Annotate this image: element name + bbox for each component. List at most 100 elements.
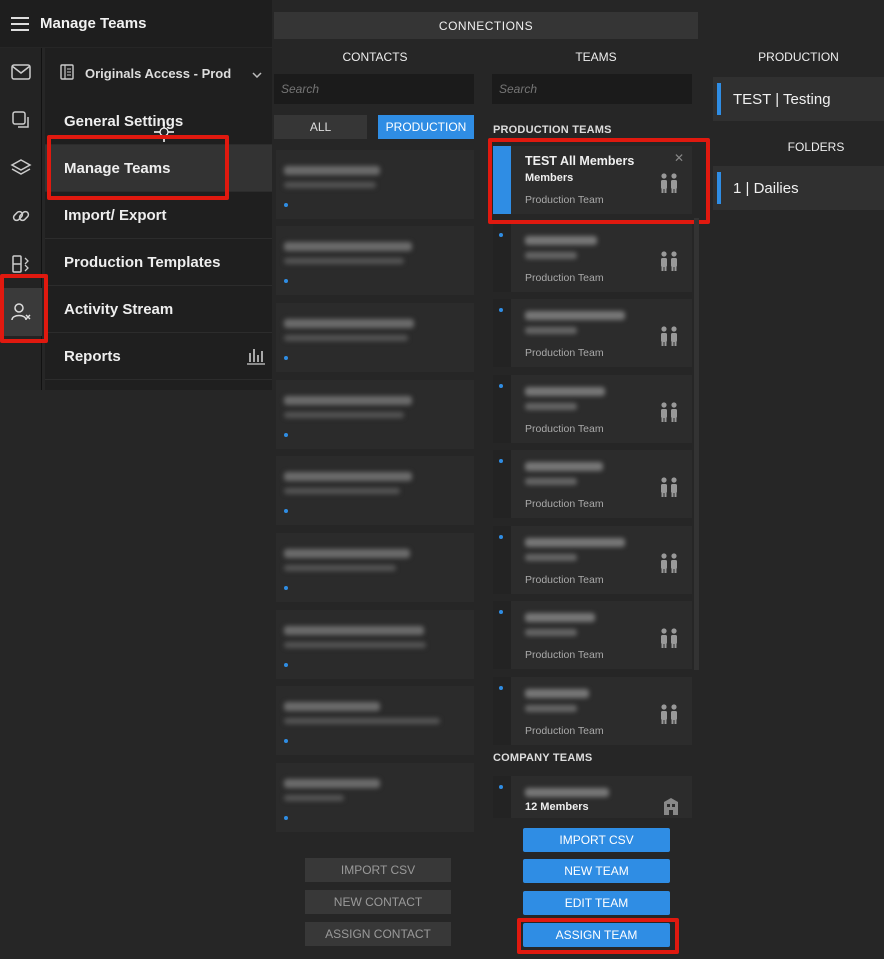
production-team-card[interactable]: Production Team: [493, 601, 692, 669]
team-members-redacted: [525, 478, 577, 485]
company-team-card[interactable]: 12 Members: [493, 776, 692, 818]
status-dot: [499, 308, 503, 312]
production-team-card[interactable]: Production Team: [493, 375, 692, 443]
edit-team-button[interactable]: EDIT TEAM: [523, 891, 670, 915]
people-icon: [658, 401, 680, 428]
bar-chart-icon: [246, 347, 266, 369]
team-type: Production Team: [525, 574, 604, 586]
link-icon[interactable]: [0, 192, 42, 240]
folder-item-label: 1 | Dailies: [733, 179, 799, 197]
filter-production-button[interactable]: PRODUCTION: [378, 115, 474, 139]
contact-email-redacted: [284, 642, 426, 648]
production-team-card[interactable]: Production Team: [493, 224, 692, 292]
contact-card[interactable]: [276, 686, 474, 755]
contact-card[interactable]: [276, 763, 474, 832]
new-team-button[interactable]: NEW TEAM: [523, 859, 670, 883]
team-members-redacted: [525, 327, 577, 334]
filter-all-button[interactable]: ALL: [274, 115, 367, 139]
template-icon[interactable]: [0, 240, 42, 288]
team-type: Production Team: [525, 347, 604, 359]
contact-name-redacted: [284, 166, 380, 175]
production-team-card[interactable]: Production Team: [493, 299, 692, 367]
cursor-icon: [152, 120, 176, 149]
copy-icon[interactable]: [0, 96, 42, 144]
folders-header: FOLDERS: [787, 140, 845, 154]
import-csv-teams-button[interactable]: IMPORT CSV: [523, 828, 670, 852]
people-icon: [658, 627, 680, 654]
status-dot: [499, 459, 503, 463]
status-dot: [499, 384, 503, 388]
contacts-search-input[interactable]: [274, 74, 474, 104]
company-team-members: 12 Members: [525, 801, 589, 813]
team-status-bar: [493, 375, 511, 443]
new-contact-button[interactable]: NEW CONTACT: [305, 890, 451, 914]
contact-name-redacted: [284, 702, 380, 711]
contact-email-redacted: [284, 412, 404, 418]
contact-card[interactable]: [276, 150, 474, 219]
team-members-redacted: [525, 252, 577, 259]
building-icon: [59, 63, 75, 83]
team-type: Production Team: [525, 423, 604, 435]
team-name-redacted: [525, 462, 603, 471]
org-selector[interactable]: Originals Access - Prod: [45, 48, 272, 98]
company-team-name-redacted: [525, 788, 609, 797]
people-icon: [658, 476, 680, 503]
status-dot: [284, 279, 288, 283]
team-name-redacted: [525, 613, 595, 622]
team-members-redacted: [525, 705, 577, 712]
nav-item-import-export[interactable]: Import/ Export: [45, 192, 272, 239]
folder-item[interactable]: 1 | Dailies: [713, 166, 884, 210]
status-dot: [284, 739, 288, 743]
status-dot: [499, 610, 503, 614]
people-icon: [658, 172, 680, 199]
production-team-card[interactable]: TEST All Members Members ✕ Production Team: [493, 146, 692, 214]
production-team-card[interactable]: Production Team: [493, 450, 692, 518]
status-dot: [284, 663, 288, 667]
mail-icon[interactable]: [0, 48, 42, 96]
app-title: Manage Teams: [40, 15, 147, 32]
contact-card[interactable]: [276, 226, 474, 295]
top-bar: Manage Teams: [0, 0, 272, 47]
team-status-bar: [493, 224, 511, 292]
team-status-bar: [493, 677, 511, 745]
contact-email-redacted: [284, 258, 404, 264]
chevron-down-icon: [252, 66, 262, 81]
contact-card[interactable]: [276, 533, 474, 602]
connections-header: CONNECTIONS: [274, 12, 698, 39]
status-dot: [284, 509, 288, 513]
user-manage-icon[interactable]: [0, 288, 42, 336]
layers-icon[interactable]: [0, 144, 42, 192]
team-type: Production Team: [525, 272, 604, 284]
production-team-card[interactable]: Production Team: [493, 677, 692, 745]
status-dot: [499, 535, 503, 539]
team-type: Production Team: [525, 194, 604, 206]
import-csv-contacts-button[interactable]: IMPORT CSV: [305, 858, 451, 882]
contact-name-redacted: [284, 319, 414, 328]
nav-item-manage-teams[interactable]: Manage Teams: [45, 145, 272, 192]
nav-item-activity-stream[interactable]: Activity Stream: [45, 286, 272, 333]
teams-search-input[interactable]: [492, 74, 692, 104]
nav-item-reports[interactable]: Reports: [45, 333, 272, 380]
contact-card[interactable]: [276, 380, 474, 449]
nav-item-production-templates[interactable]: Production Templates: [45, 239, 272, 286]
assign-contact-button[interactable]: ASSIGN CONTACT: [305, 922, 451, 946]
close-icon[interactable]: ✕: [674, 151, 684, 165]
contact-name-redacted: [284, 472, 412, 481]
production-item[interactable]: TEST | Testing: [713, 77, 884, 121]
hamburger-menu-icon[interactable]: [0, 16, 40, 31]
building-icon: [662, 796, 680, 821]
team-name-redacted: [525, 236, 597, 245]
contact-email-redacted: [284, 795, 344, 801]
contact-email-redacted: [284, 718, 440, 724]
contact-card[interactable]: [276, 610, 474, 679]
contact-card[interactable]: [276, 303, 474, 372]
contact-card[interactable]: [276, 456, 474, 525]
assign-team-button[interactable]: ASSIGN TEAM: [523, 923, 670, 947]
status-dot: [284, 203, 288, 207]
contacts-header: CONTACTS: [342, 50, 408, 64]
contact-name-redacted: [284, 549, 410, 558]
production-team-card[interactable]: Production Team: [493, 526, 692, 594]
production-item-label: TEST | Testing: [733, 90, 831, 108]
status-dot: [284, 816, 288, 820]
teams-scrollbar[interactable]: [694, 218, 699, 670]
